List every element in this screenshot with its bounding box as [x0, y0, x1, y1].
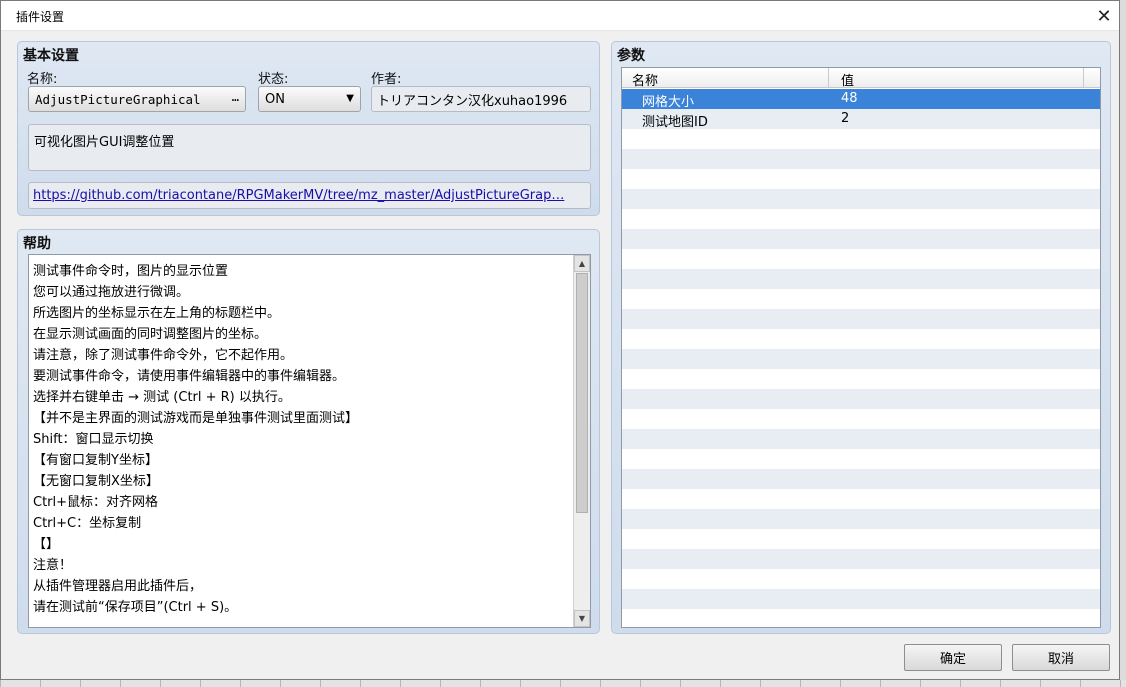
title-bar: 插件设置 ✕: [1, 1, 1119, 31]
status-select[interactable]: ON ▼: [258, 86, 361, 112]
table-row[interactable]: 测试地图ID 2: [622, 109, 1100, 130]
param-name: 网格大小: [642, 95, 695, 110]
basic-settings-title: 基本设置: [23, 48, 79, 64]
cancel-button[interactable]: 取消: [1012, 644, 1110, 671]
parameters-title: 参数: [617, 48, 645, 64]
description-field: 可视化图片GUI调整位置: [28, 124, 591, 171]
table-body: 网格大小 48 测试地图ID 2: [622, 89, 1100, 627]
help-line: 所选图片的坐标显示在左上角的标题栏中。: [33, 306, 281, 321]
param-name: 测试地图ID: [642, 115, 708, 130]
status-label: 状态:: [258, 72, 289, 87]
help-line: 选择并右键单击 → 测试 (Ctrl + R) 以执行。: [33, 390, 291, 405]
parameters-panel: 参数 名称 值 网格大小 48 测试地图ID 2: [611, 41, 1111, 634]
author-value: トリアコンタン汉化xuhao1996: [377, 93, 568, 109]
window-title: 插件设置: [16, 10, 65, 24]
chevron-down-icon: ▼: [346, 93, 354, 104]
table-row[interactable]: 网格大小 48: [622, 89, 1100, 110]
name-label: 名称:: [27, 72, 58, 87]
browse-ellipsis-icon[interactable]: …: [232, 90, 239, 104]
help-panel: 帮助 测试事件命令时，图片的显示位置 您可以通过拖放进行微调。所选图片的坐标显示在…: [17, 229, 600, 634]
help-scrollbar[interactable]: ▲ ▼: [573, 255, 590, 627]
help-line: 【有窗口复制Y坐标】: [33, 453, 158, 468]
scroll-up-icon[interactable]: ▲: [574, 255, 590, 272]
help-line: Ctrl+C：坐标复制: [33, 516, 142, 531]
author-field: トリアコンタン汉化xuhao1996: [371, 86, 591, 112]
help-text: 测试事件命令时，图片的显示位置 您可以通过拖放进行微调。所选图片的坐标显示在左上角…: [33, 261, 572, 618]
close-icon[interactable]: ✕: [1089, 1, 1119, 31]
background-editor-grid: [0, 680, 1126, 687]
scroll-down-icon[interactable]: ▼: [574, 610, 590, 627]
column-divider: [828, 68, 829, 88]
help-line: 【】: [33, 537, 60, 552]
help-line: 要测试事件命令，请使用事件编辑器中的事件编辑器。: [33, 369, 346, 384]
status-value: ON: [265, 91, 285, 107]
param-value: 48: [841, 91, 858, 106]
table-header: 名称 值: [622, 68, 1100, 89]
help-line: Shift：窗口显示切换: [33, 432, 154, 447]
help-line: 从插件管理器启用此插件后，: [33, 579, 203, 594]
scroll-thumb[interactable]: [576, 273, 588, 513]
help-line: Ctrl+鼠标：对齐网格: [33, 495, 159, 510]
help-text-area[interactable]: 测试事件命令时，图片的显示位置 您可以通过拖放进行微调。所选图片的坐标显示在左上角…: [28, 254, 591, 628]
parameters-table: 名称 值 网格大小 48 测试地图ID 2: [621, 67, 1101, 628]
description-text: 可视化图片GUI调整位置: [34, 135, 175, 150]
plugin-settings-dialog: 插件设置 ✕ 基本设置 名称: AdjustPictureGraphical ……: [0, 0, 1120, 680]
param-value: 2: [841, 111, 850, 126]
ok-button[interactable]: 确定: [904, 644, 1002, 671]
column-header-name[interactable]: 名称: [632, 70, 658, 89]
plugin-name-field[interactable]: AdjustPictureGraphical …: [28, 86, 246, 112]
help-line: 您可以通过拖放进行微调。: [33, 285, 190, 300]
help-line: 注意！: [33, 558, 73, 573]
column-divider: [1083, 68, 1084, 88]
url-field: https://github.com/triacontane/RPGMakerM…: [28, 182, 591, 209]
plugin-name-value: AdjustPictureGraphical: [35, 91, 201, 107]
help-line: 【无窗口复制X坐标】: [33, 474, 159, 489]
column-header-value[interactable]: 值: [841, 70, 854, 89]
help-line: 【并不是主界面的测试游戏而是单独事件测试里面测试】: [33, 411, 359, 426]
help-line: 请注意，除了测试事件命令外，它不起作用。: [33, 348, 294, 363]
help-line: 请在测试前“保存项目”(Ctrl + S)。: [33, 600, 238, 615]
help-line: 在显示测试画面的同时调整图片的坐标。: [33, 327, 268, 342]
plugin-url-link[interactable]: https://github.com/triacontane/RPGMakerM…: [33, 188, 564, 203]
help-line: 测试事件命令时，图片的显示位置: [33, 264, 229, 279]
basic-settings-panel: 基本设置 名称: AdjustPictureGraphical … 状态: ON…: [17, 41, 600, 216]
author-label: 作者:: [371, 72, 402, 87]
help-title: 帮助: [23, 236, 51, 252]
